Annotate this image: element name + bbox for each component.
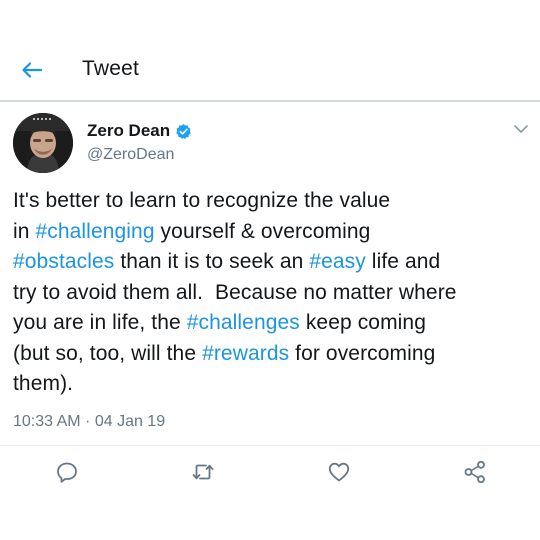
tweet-text-segment: than it is to seek an [114, 250, 310, 273]
author-name-row[interactable]: Zero Dean [87, 121, 192, 141]
verified-badge-icon [176, 123, 191, 139]
header-divider [0, 100, 540, 102]
hashtag-link[interactable]: #rewards [202, 342, 289, 365]
tweet-line: you are in life, the #challenges keep co… [13, 308, 533, 339]
hashtag-link[interactable]: #obstacles [13, 250, 114, 273]
reply-button[interactable] [54, 459, 80, 485]
hashtag-link[interactable]: #easy [309, 250, 366, 273]
retweet-button[interactable] [190, 459, 216, 485]
reply-icon [57, 462, 77, 483]
profile-photo [13, 113, 73, 173]
hashtag-link[interactable]: #challenging [35, 220, 154, 243]
tweet-text-segment: yourself & overcoming [154, 219, 371, 243]
tweet-text-segment: It's better to learn to recognize the va… [13, 189, 391, 212]
actions-divider [0, 445, 540, 446]
tweet-text-segment: (but so, too, will the [13, 341, 203, 365]
tweet-line: It's better to learn to recognize the va… [13, 186, 533, 217]
tweet-text-segment: for overcoming [289, 341, 436, 365]
author-name: Zero Dean [87, 121, 171, 140]
avatar[interactable] [13, 113, 73, 173]
arrow-left-icon [22, 62, 43, 78]
share-button[interactable] [462, 459, 488, 485]
chevron-down-icon [514, 125, 528, 133]
tweet-text: It's better to learn to recognize the va… [13, 186, 533, 400]
tweet-line: them). [13, 369, 533, 400]
tweet-text-segment: try to avoid them all. Because no matter… [13, 280, 457, 304]
tweet-line: in #challenging yourself & overcoming [13, 217, 533, 248]
tweet-timestamp[interactable]: 10:33 AM · 04 Jan 19 [13, 413, 165, 431]
heart-icon [328, 462, 350, 482]
tweet-text-segment: you are in life, the [13, 311, 187, 334]
hashtag-link[interactable]: #challenges [187, 311, 300, 334]
tweet-text-segment: keep coming [299, 311, 426, 334]
author-handle[interactable]: @ZeroDean [87, 146, 174, 164]
share-icon [464, 460, 485, 484]
tweet-menu-button[interactable] [512, 122, 530, 136]
back-button[interactable] [18, 56, 46, 84]
tweet-line: #obstacles than it is to seek an #easy l… [13, 247, 533, 278]
page-title: Tweet [82, 57, 140, 80]
tweet-line: try to avoid them all. Because no matter… [13, 278, 533, 309]
retweet-icon [192, 464, 214, 480]
app-header: Tweet [0, 0, 540, 100]
tweet-text-segment: life and [365, 250, 441, 273]
tweet-line: (but so, too, will the #rewards for over… [13, 339, 533, 370]
tweet-text-segment: them). [13, 372, 74, 395]
like-button[interactable] [326, 459, 352, 485]
tweet-text-segment: in [13, 219, 36, 243]
